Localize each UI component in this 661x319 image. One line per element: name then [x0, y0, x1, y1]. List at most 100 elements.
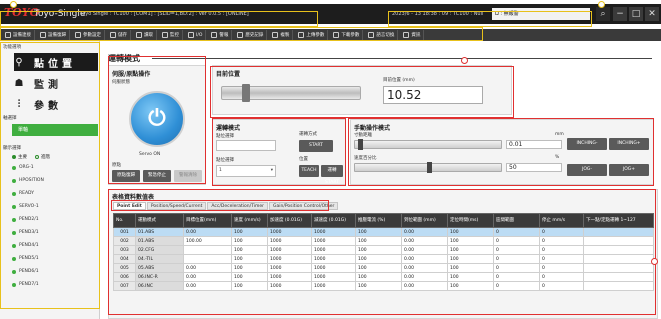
servo-power-button[interactable]: ⏻: [129, 91, 185, 147]
column-header[interactable]: 停止 mm/s: [539, 213, 584, 228]
jog-minus-button[interactable]: JOG-: [567, 164, 607, 176]
table-cell[interactable]: 0.00: [401, 263, 448, 273]
display-radio-1[interactable]: 進階: [35, 154, 50, 160]
search-icon[interactable]: ⌕: [596, 7, 610, 21]
table-cell[interactable]: [583, 281, 654, 291]
mode-button-0[interactable]: ⚲ 點位置: [14, 53, 98, 71]
table-cell[interactable]: 0: [493, 227, 540, 237]
toolbar-item-8[interactable]: 歷史記錄: [234, 30, 268, 40]
move-distance-value[interactable]: 0.01: [506, 140, 562, 149]
column-header[interactable]: 到位範圍 (mm): [401, 213, 448, 228]
table-cell[interactable]: 100: [231, 227, 268, 237]
table-cell[interactable]: 100: [355, 281, 402, 291]
table-cell[interactable]: 0.00: [401, 272, 448, 282]
emergency-stop-button[interactable]: 緊急停止: [143, 170, 171, 182]
table-cell[interactable]: 0: [539, 263, 584, 273]
table-tab-2[interactable]: Acc/Deceleration/Timer: [207, 202, 268, 210]
column-header[interactable]: 速度 (mm/s): [231, 213, 268, 228]
table-cell[interactable]: 0: [493, 272, 540, 282]
table-cell[interactable]: 100: [355, 272, 402, 282]
column-header[interactable]: 定位時間(ms): [447, 213, 494, 228]
table-cell[interactable]: 0: [493, 281, 540, 291]
table-cell[interactable]: 001: [113, 227, 136, 237]
speed-percent-value[interactable]: 50: [506, 163, 562, 172]
table-cell[interactable]: 0: [539, 254, 584, 264]
table-cell[interactable]: 1000: [311, 245, 356, 255]
display-radio-0[interactable]: 主要: [12, 154, 27, 160]
table-cell[interactable]: 0: [493, 236, 540, 246]
table-cell[interactable]: 0: [493, 263, 540, 273]
table-cell[interactable]: 100: [231, 245, 268, 255]
table-cell[interactable]: 100: [355, 263, 402, 273]
table-tab-1[interactable]: Position/Speed/Current: [146, 202, 207, 210]
table-cell[interactable]: 1000: [311, 236, 356, 246]
table-cell[interactable]: 007: [113, 281, 136, 291]
table-cell[interactable]: 0: [539, 281, 584, 291]
table-cell[interactable]: 1000: [311, 263, 356, 273]
toolbar-item-7[interactable]: 警報: [208, 30, 233, 40]
table-cell[interactable]: [583, 263, 654, 273]
table-row[interactable]: 001 01.ABS 0.00 100 1000 1000 100 0.00 100 0 0: [113, 227, 654, 237]
table-cell[interactable]: 01.ABS: [135, 227, 184, 237]
table-row[interactable]: 006 06.INC-R 0.00 100 1000 1000 100 0.00 100 0 0: [113, 272, 654, 282]
toolbar-item-2[interactable]: 參數設定: [72, 30, 105, 40]
jog-plus-button[interactable]: JOG+: [609, 164, 649, 176]
table-cell[interactable]: 0: [539, 227, 584, 237]
table-cell[interactable]: 0: [493, 254, 540, 264]
table-cell[interactable]: 100: [447, 281, 494, 291]
toolbar-item-0[interactable]: 設備連接: [2, 30, 35, 40]
minimize-button[interactable]: −: [613, 7, 627, 21]
column-header[interactable]: 推壓電流 (%): [355, 213, 402, 228]
run-start-button[interactable]: 運轉START: [321, 165, 343, 185]
toolbar-item-11[interactable]: 下載參數: [330, 30, 364, 40]
table-cell[interactable]: 100.00: [183, 236, 232, 246]
table-row[interactable]: 005 05.ABS 0.00 100 1000 1000 100 0.00 100 0 0: [113, 263, 654, 273]
toolbar-item-5[interactable]: 監控: [159, 30, 183, 40]
table-cell[interactable]: 1000: [311, 281, 356, 291]
table-cell[interactable]: 0.00: [183, 263, 232, 273]
toolbar-item-12[interactable]: 語言切換: [365, 30, 399, 40]
table-cell[interactable]: 100: [447, 272, 494, 282]
table-cell[interactable]: [583, 227, 654, 237]
inching-plus-button[interactable]: INCHING+: [609, 138, 649, 150]
toolbar-item-3[interactable]: 儲存: [107, 30, 131, 40]
table-cell[interactable]: 0: [539, 236, 584, 246]
table-cell[interactable]: 100: [231, 254, 268, 264]
speed-percent-slider[interactable]: [354, 162, 502, 173]
table-cell[interactable]: 1000: [267, 272, 312, 282]
table-cell[interactable]: 0.00: [401, 236, 448, 246]
table-cell[interactable]: 01.ABS: [135, 236, 184, 246]
table-cell[interactable]: 1000: [311, 272, 356, 282]
table-cell[interactable]: 100: [447, 227, 494, 237]
table-cell[interactable]: 0: [493, 245, 540, 255]
speed-percent-thumb[interactable]: [426, 162, 432, 173]
alarm-status-box[interactable]: Ω : 無報警: [492, 8, 590, 20]
column-header[interactable]: 下一點/定點運轉 1~127: [583, 213, 654, 228]
table-cell[interactable]: 100: [355, 227, 402, 237]
table-cell[interactable]: 100: [447, 236, 494, 246]
table-cell[interactable]: 100: [355, 245, 402, 255]
column-header[interactable]: 區間範圍: [493, 213, 540, 228]
table-cell[interactable]: [583, 272, 654, 282]
table-tab-3[interactable]: Gain/Position Control/Other: [268, 202, 339, 210]
table-cell[interactable]: 0.00: [401, 281, 448, 291]
column-header[interactable]: No.: [113, 213, 136, 228]
teach-button[interactable]: TEACH: [299, 165, 319, 177]
table-cell[interactable]: 100: [231, 272, 268, 282]
toolbar-item-9[interactable]: 複製: [269, 30, 294, 40]
table-cell[interactable]: 1000: [267, 227, 312, 237]
table-cell[interactable]: 100: [355, 236, 402, 246]
table-cell[interactable]: 003: [113, 245, 136, 255]
table-cell[interactable]: 05.ABS: [135, 263, 184, 273]
table-tab-0[interactable]: Point Edit: [113, 202, 146, 210]
table-cell[interactable]: 005: [113, 263, 136, 273]
toolbar-item-10[interactable]: 上傳參數: [295, 30, 329, 40]
alarm-clear-button[interactable]: 警報清除: [174, 170, 202, 182]
move-distance-slider[interactable]: [354, 139, 502, 150]
table-row[interactable]: 002 01.ABS 100.00 100 1000 1000 100 0.00 100 0 0: [113, 236, 654, 246]
table-cell[interactable]: [583, 254, 654, 264]
table-cell[interactable]: 0: [539, 272, 584, 282]
table-cell[interactable]: 0.00: [401, 245, 448, 255]
table-cell[interactable]: 06.INC-R: [135, 272, 184, 282]
table-cell[interactable]: 100: [231, 236, 268, 246]
